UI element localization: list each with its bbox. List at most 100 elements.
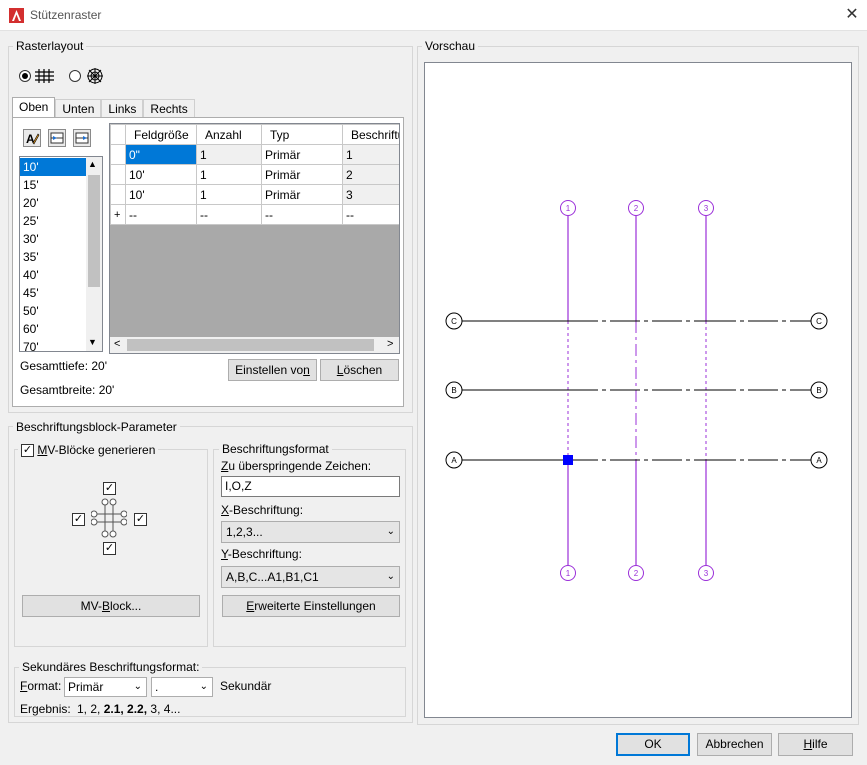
mv-checkbox-box[interactable]: ✓ xyxy=(21,444,34,458)
y-beschriftung-select[interactable]: A,B,C...A1,B1,C1 ⌄ xyxy=(221,566,400,588)
hilfe-button[interactable]: Hilfe xyxy=(778,733,853,756)
table-cell[interactable]: -- xyxy=(261,204,343,225)
layout-radio-orthogonal[interactable] xyxy=(18,67,58,85)
table-cell[interactable]: -- xyxy=(125,204,197,225)
list-scrollbar[interactable]: ▲ ▼ xyxy=(86,157,102,351)
col-header-anzahl[interactable]: Anzahl xyxy=(196,124,262,145)
abbrechen-button[interactable]: Abbrechen xyxy=(697,733,772,756)
list-item[interactable]: 10' xyxy=(20,158,86,176)
ergebnis-value: 1, 2, 2.1, 2.2, 3, 4... xyxy=(77,702,181,716)
table-row[interactable]: 0" 1 Primär 1 xyxy=(110,144,399,165)
ok-button[interactable]: OK xyxy=(616,733,690,756)
table-cell[interactable]: -- xyxy=(196,204,262,225)
chevron-down-icon: ⌄ xyxy=(386,571,395,582)
table-cell[interactable]: Primär xyxy=(261,184,343,205)
chevron-down-icon: ⌄ xyxy=(386,526,395,537)
append-row-button[interactable] xyxy=(73,129,91,147)
table-cell[interactable]: 1 xyxy=(342,144,399,165)
new-row[interactable]: + -- -- -- -- xyxy=(110,204,399,225)
scroll-up-icon[interactable]: ▲ xyxy=(88,159,97,169)
row-marker xyxy=(110,144,126,165)
table-cell[interactable]: 10' xyxy=(125,184,197,205)
scroll-left-icon[interactable]: < xyxy=(114,338,120,350)
row-label-text: A xyxy=(816,456,822,465)
close-icon: ✕ xyxy=(845,6,859,23)
tab-rechts[interactable]: Rechts xyxy=(143,99,195,119)
column-label-text: 2 xyxy=(634,569,639,578)
list-item[interactable]: 50' xyxy=(20,302,86,320)
mv-block-button[interactable]: MV-Block... xyxy=(22,595,200,617)
grid-hscrollbar[interactable]: < > xyxy=(110,337,399,353)
sekundaer-format-select[interactable]: Primär ⌄ xyxy=(64,677,147,697)
list-item[interactable]: 30' xyxy=(20,230,86,248)
label-bottom-checkbox[interactable]: ✓ xyxy=(103,542,116,555)
h-scroll-thumb[interactable] xyxy=(127,339,374,351)
tab-links[interactable]: Links xyxy=(101,99,144,119)
layout-radio-radial[interactable] xyxy=(68,67,108,85)
list-item[interactable]: 20' xyxy=(20,194,86,212)
list-item[interactable]: 45' xyxy=(20,284,86,302)
separator-select[interactable]: . ⌄ xyxy=(151,677,213,697)
table-cell[interactable]: 1 xyxy=(196,164,262,185)
field-size-list[interactable]: 10' 15' 20' 25' 30' 35' 40' 45' 50' 60' 70' ▲ ▼ xyxy=(19,156,103,354)
insert-row-icon xyxy=(50,132,64,144)
row-label-text: B xyxy=(816,386,821,395)
mv-bloecke-checkbox[interactable]: ✓ MV-Blöcke generieren xyxy=(18,441,159,459)
list-item[interactable]: 15' xyxy=(20,176,86,194)
table-cell[interactable]: 2 xyxy=(342,164,399,185)
pencil-text-icon: A xyxy=(26,132,40,146)
ergebnis-label: Ergebnis: xyxy=(20,702,71,716)
table-cell[interactable]: 10' xyxy=(125,164,197,185)
scroll-down-icon[interactable]: ▼ xyxy=(88,337,97,347)
vorschau-label: Vorschau xyxy=(422,39,479,53)
gesamttiefe-label: Gesamttiefe: 20' xyxy=(20,359,107,373)
column-label-text: 1 xyxy=(566,204,571,213)
list-item[interactable]: 70' xyxy=(20,338,86,356)
edit-label-button[interactable]: A xyxy=(23,129,41,147)
table-cell[interactable]: -- xyxy=(342,204,399,225)
list-item[interactable]: 25' xyxy=(20,212,86,230)
list-item[interactable]: 60' xyxy=(20,320,86,338)
row-marker xyxy=(110,184,126,205)
x-beschriftung-select[interactable]: 1,2,3... ⌄ xyxy=(221,521,400,543)
erweiterte-einstellungen-button[interactable]: Erweiterte Einstellungen xyxy=(222,595,400,617)
window-title: Stützenraster xyxy=(30,8,102,22)
table-cell[interactable]: 0" xyxy=(125,144,197,165)
beschriftung-group-label: Beschriftungsblock-Parameter xyxy=(13,420,180,434)
sekundaer-text: Sekundär xyxy=(220,679,272,693)
label-right-checkbox[interactable]: ✓ xyxy=(134,513,147,526)
raster-tabs: Oben Unten Links Rechts xyxy=(12,97,195,119)
scroll-right-icon[interactable]: > xyxy=(387,338,393,350)
table-cell[interactable]: 1 xyxy=(196,184,262,205)
einstellen-von-button[interactable]: Einstellen von xyxy=(228,359,317,381)
close-button[interactable]: ✕ xyxy=(840,3,864,27)
format-subgroup-label: Beschriftungsformat xyxy=(219,442,332,456)
scroll-thumb[interactable] xyxy=(88,175,100,287)
x-beschriftung-label: X-Beschriftung: xyxy=(221,503,304,517)
chevron-down-icon: ⌄ xyxy=(199,681,208,692)
col-header-typ[interactable]: Typ xyxy=(261,124,343,145)
table-cell[interactable]: 1 xyxy=(196,144,262,165)
chevron-down-icon: ⌄ xyxy=(133,681,142,692)
skip-chars-label: Zu überspringende Zeichen: xyxy=(221,459,372,473)
table-cell[interactable]: 3 xyxy=(342,184,399,205)
autocad-logo-icon xyxy=(9,8,24,23)
table-row[interactable]: 10' 1 Primär 2 xyxy=(110,164,399,185)
list-item[interactable]: 35' xyxy=(20,248,86,266)
table-cell[interactable]: Primär xyxy=(261,144,343,165)
row-marker xyxy=(110,164,126,185)
col-header-feldgroesse[interactable]: Feldgröße xyxy=(125,124,197,145)
skip-chars-input[interactable]: I,O,Z xyxy=(221,476,400,497)
col-header-beschriftung[interactable]: Beschriftun xyxy=(342,124,399,145)
tab-unten[interactable]: Unten xyxy=(55,99,102,119)
column-label-text: 3 xyxy=(704,204,709,213)
list-item[interactable]: 40' xyxy=(20,266,86,284)
loeschen-button[interactable]: Löschen xyxy=(320,359,399,381)
tab-oben[interactable]: Oben xyxy=(12,97,56,119)
table-cell[interactable]: Primär xyxy=(261,164,343,185)
insert-row-button[interactable] xyxy=(48,129,66,147)
field-grid[interactable]: Feldgröße Anzahl Typ Beschriftun 0"1Prim… xyxy=(109,123,400,354)
label-top-checkbox[interactable]: ✓ xyxy=(103,482,116,495)
label-left-checkbox[interactable]: ✓ xyxy=(72,513,85,526)
table-row[interactable]: 10' 1 Primär 3 xyxy=(110,184,399,205)
